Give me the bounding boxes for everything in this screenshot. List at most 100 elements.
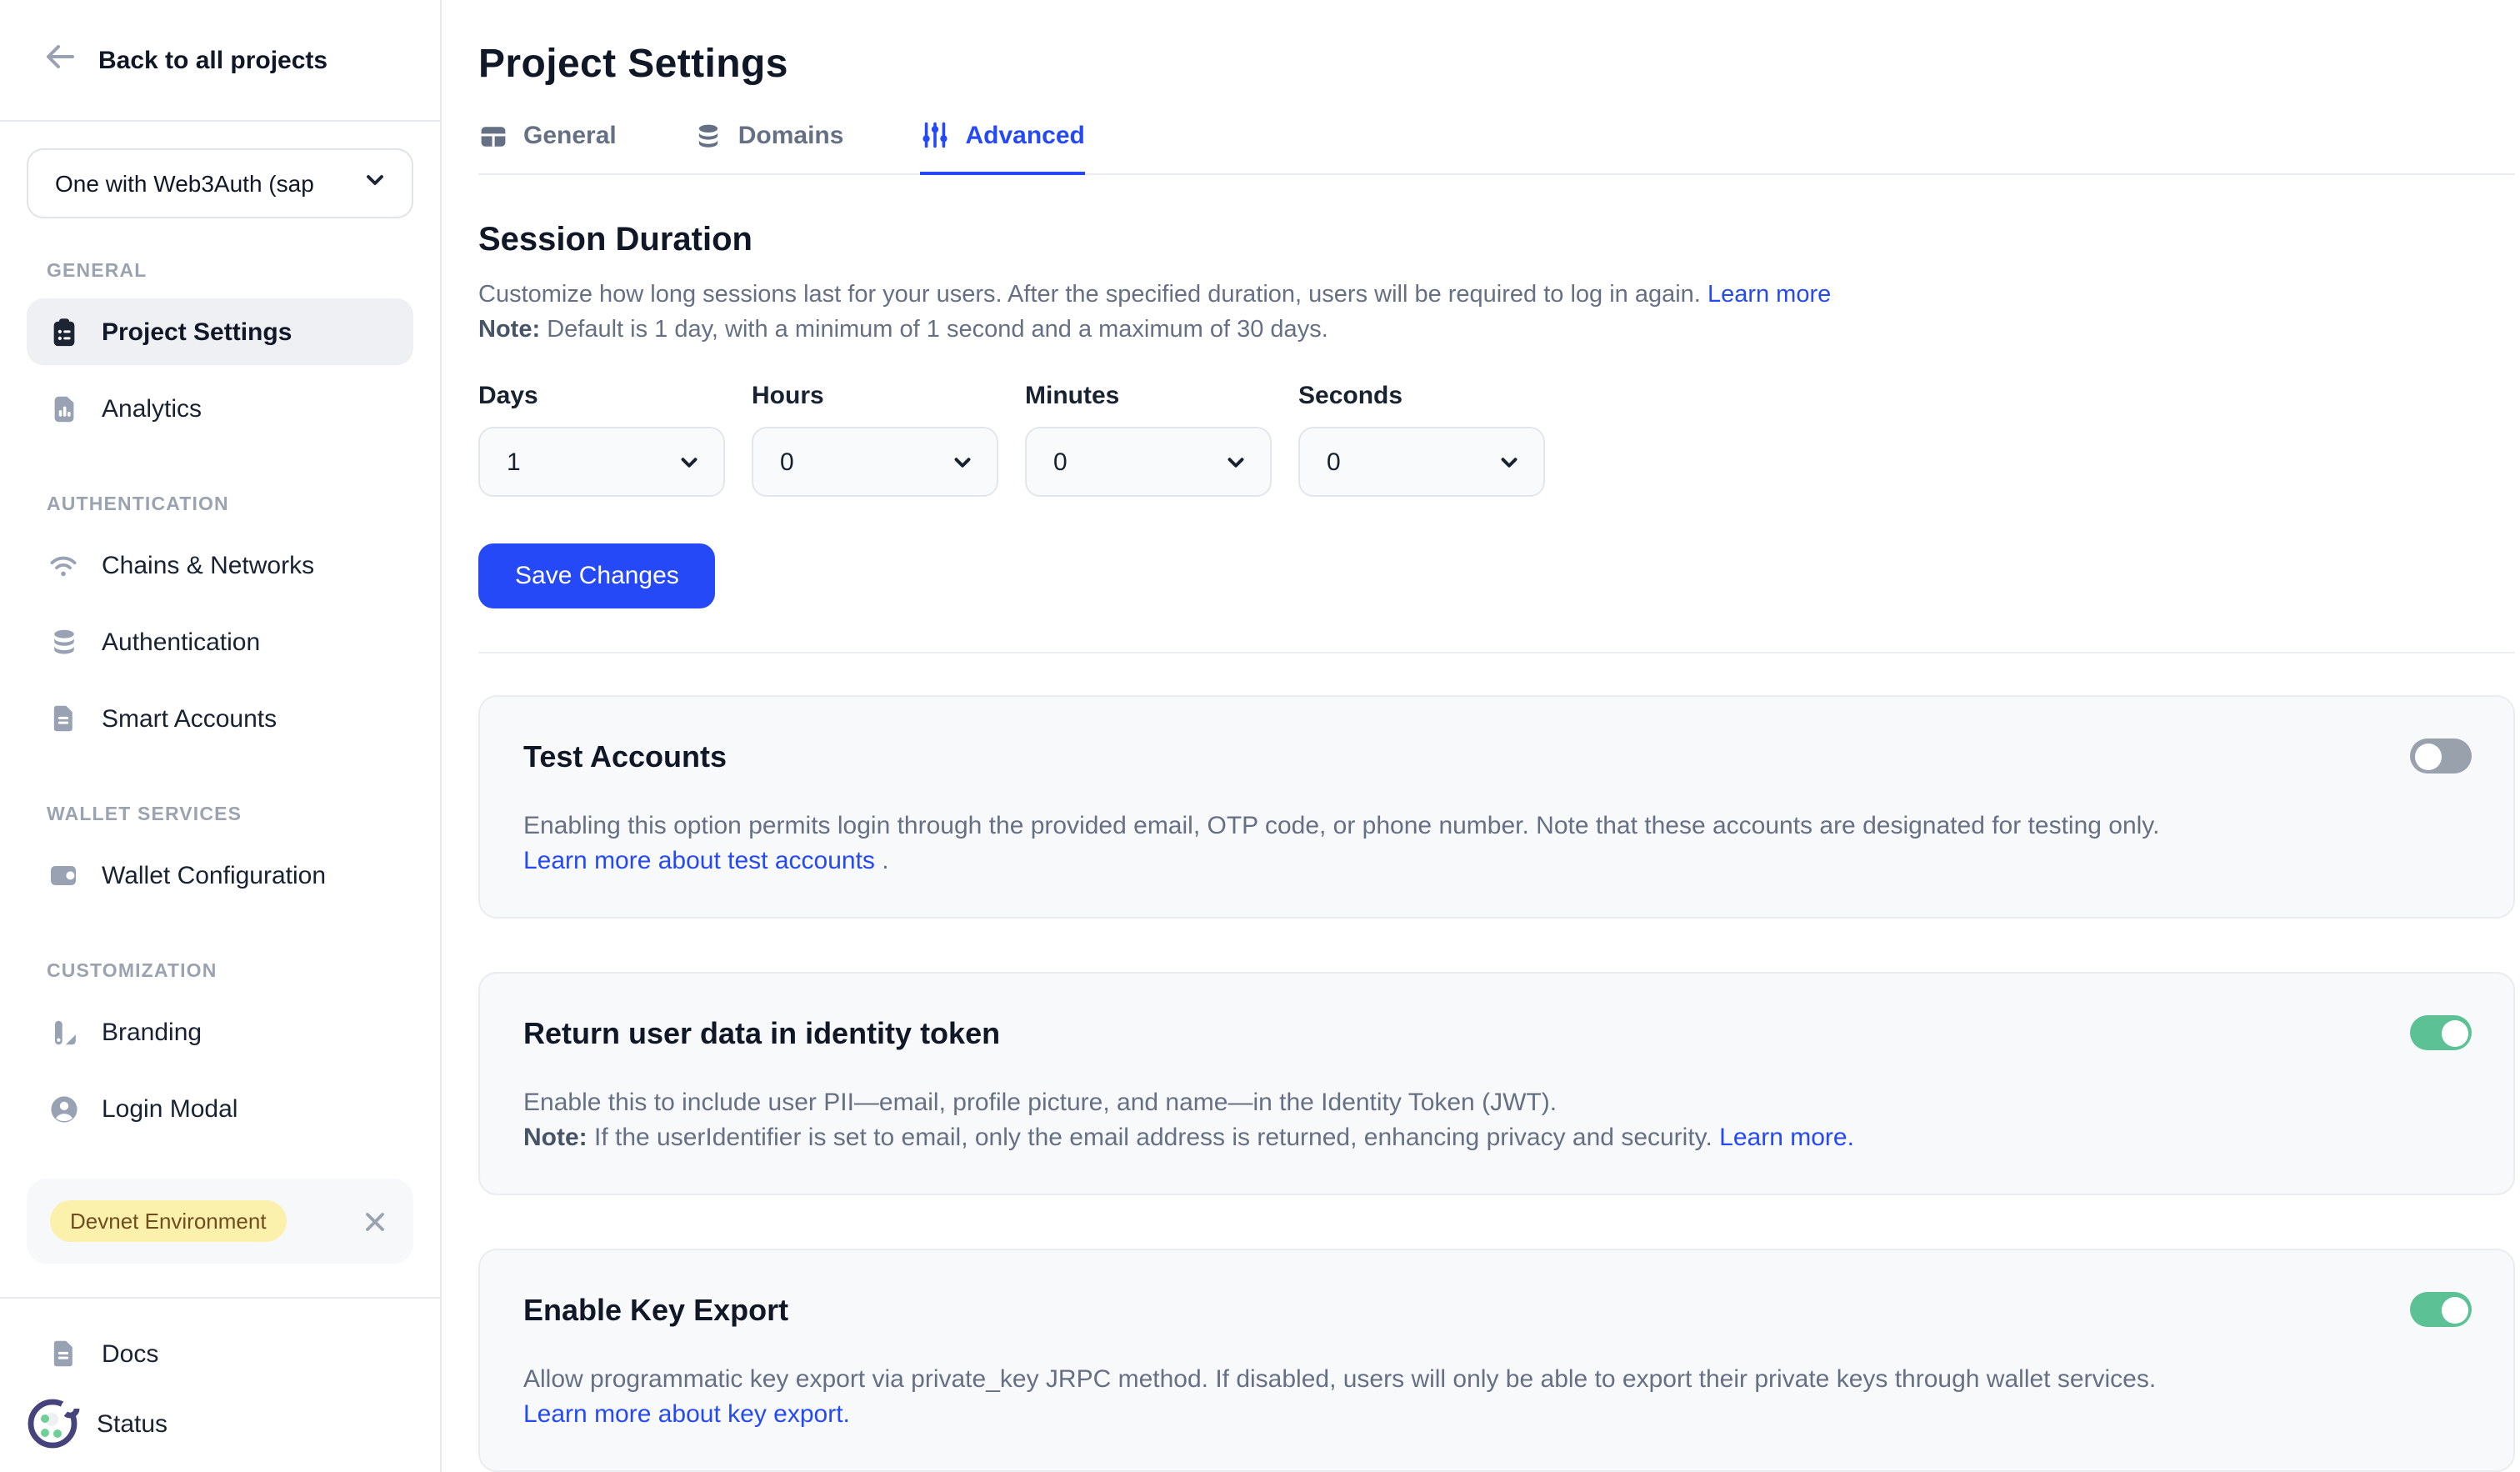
sidebar-item-label: Project Settings: [102, 318, 292, 346]
wifi-icon: [47, 548, 80, 582]
database-icon: [693, 121, 723, 151]
chevron-down-icon: [1223, 449, 1248, 474]
sidebar-item-label: Login Modal: [102, 1094, 238, 1123]
database-icon: [47, 625, 80, 658]
session-learn-more-link[interactable]: Learn more: [1708, 282, 1831, 308]
file-icon: [47, 702, 80, 735]
key-export-title: Enable Key Export: [523, 1292, 2470, 1329]
identity-token-learn-more-link[interactable]: Learn more.: [1719, 1124, 1854, 1152]
hours-label: Hours: [752, 382, 998, 410]
tab-bar: General Domains Advanced: [478, 120, 2515, 175]
session-description-text: Customize how long sessions last for you…: [478, 282, 1701, 308]
section-divider: [478, 652, 2515, 653]
identity-token-title: Return user data in identity token: [523, 1015, 2470, 1052]
status-link[interactable]: Status: [0, 1389, 440, 1459]
tab-advanced[interactable]: Advanced: [920, 120, 1084, 175]
section-label-wallet-services: WALLET SERVICES: [47, 805, 413, 825]
sidebar: Back to all projects One with Web3Auth (…: [0, 0, 442, 1472]
chevron-down-icon: [677, 449, 702, 474]
chevron-down-icon: [950, 449, 975, 474]
minutes-label: Minutes: [1025, 382, 1272, 410]
sidebar-item-label: Analytics: [102, 394, 202, 423]
field-seconds: Seconds 0: [1298, 382, 1545, 497]
seconds-value: 0: [1327, 448, 1341, 476]
back-to-projects-button[interactable]: Back to all projects: [0, 0, 440, 122]
minutes-value: 0: [1053, 448, 1068, 476]
seconds-label: Seconds: [1298, 382, 1545, 410]
link-suffix: .: [875, 847, 889, 875]
key-export-toggle[interactable]: [2410, 1292, 2472, 1327]
section-label-authentication: AUTHENTICATION: [47, 495, 413, 515]
project-selector-dropdown[interactable]: One with Web3Auth (sap: [27, 148, 413, 218]
seconds-select[interactable]: 0: [1298, 427, 1545, 497]
sidebar-item-project-settings[interactable]: Project Settings: [27, 298, 413, 365]
sidebar-item-wallet-configuration[interactable]: Wallet Configuration: [27, 842, 413, 909]
docs-link[interactable]: Docs: [0, 1319, 440, 1389]
back-label: Back to all projects: [98, 46, 328, 74]
identity-token-description-text: Enable this to include user PII—email, p…: [523, 1089, 1557, 1117]
toggle-knob: [2441, 1296, 2468, 1323]
devnet-environment-badge: Devnet Environment: [50, 1200, 287, 1242]
sidebar-item-login-modal[interactable]: Login Modal: [27, 1075, 413, 1142]
identity-token-card: Return user data in identity token Enabl…: [478, 972, 2515, 1195]
docs-label: Docs: [102, 1339, 158, 1368]
clipboard-icon: [47, 315, 80, 348]
page-title: Project Settings: [478, 40, 2515, 90]
analytics-icon: [47, 392, 80, 425]
test-accounts-learn-more-link[interactable]: Learn more about test accounts: [523, 847, 875, 875]
key-export-learn-more-link[interactable]: Learn more about key export.: [523, 1400, 850, 1429]
environment-card: Devnet Environment: [27, 1179, 413, 1264]
chevron-down-icon: [1497, 449, 1522, 474]
minutes-select[interactable]: 0: [1025, 427, 1272, 497]
sidebar-item-branding[interactable]: Branding: [27, 999, 413, 1065]
test-accounts-description: Enabling this option permits login throu…: [523, 809, 2170, 879]
user-circle-icon: [47, 1092, 80, 1125]
sidebar-item-chains-networks[interactable]: Chains & Networks: [27, 532, 413, 598]
test-accounts-toggle[interactable]: [2410, 739, 2472, 774]
session-duration-description: Customize how long sessions last for you…: [478, 278, 2515, 348]
test-accounts-description-text: Enabling this option permits login throu…: [523, 812, 2159, 840]
project-selector-value: One with Web3Auth (sap: [55, 170, 314, 197]
docs-icon: [47, 1337, 80, 1370]
field-minutes: Minutes 0: [1025, 382, 1272, 497]
session-note-label: Note:: [478, 317, 540, 343]
identity-token-note-text: If the userIdentifier is set to email, o…: [594, 1124, 1712, 1152]
tab-general[interactable]: General: [478, 120, 617, 173]
days-select[interactable]: 1: [478, 427, 725, 497]
session-note-text: Default is 1 day, with a minimum of 1 se…: [547, 317, 1328, 343]
cookie-status-icon: [23, 1394, 83, 1454]
sidebar-item-authentication[interactable]: Authentication: [27, 608, 413, 675]
field-hours: Hours 0: [752, 382, 998, 497]
tab-label: Advanced: [965, 121, 1084, 149]
save-changes-button[interactable]: Save Changes: [478, 543, 716, 608]
chevron-down-icon: [362, 166, 388, 201]
wallet-icon: [47, 859, 80, 892]
close-icon[interactable]: [360, 1206, 390, 1236]
main-content: Project Settings General Domains Advance…: [442, 0, 2520, 1472]
sidebar-item-label: Chains & Networks: [102, 551, 314, 579]
tab-domains[interactable]: Domains: [693, 120, 844, 173]
hours-select[interactable]: 0: [752, 427, 998, 497]
test-accounts-card: Test Accounts Enabling this option permi…: [478, 695, 2515, 919]
sidebar-item-label: Branding: [102, 1018, 202, 1046]
tab-label: General: [523, 122, 617, 150]
sidebar-item-analytics[interactable]: Analytics: [27, 375, 413, 442]
tab-label: Domains: [738, 122, 844, 150]
app-window: Back to all projects One with Web3Auth (…: [0, 0, 2520, 1472]
session-duration-title: Session Duration: [478, 218, 2515, 262]
hours-value: 0: [780, 448, 794, 476]
key-export-description: Allow programmatic key export via privat…: [523, 1362, 2170, 1432]
field-days: Days 1: [478, 382, 725, 497]
test-accounts-title: Test Accounts: [523, 739, 2470, 775]
sidebar-item-smart-accounts[interactable]: Smart Accounts: [27, 685, 413, 752]
arrow-left-icon: [43, 39, 77, 81]
sidebar-item-label: Smart Accounts: [102, 704, 277, 733]
days-value: 1: [507, 448, 521, 476]
sliders-icon: [920, 120, 950, 150]
status-label: Status: [97, 1409, 168, 1438]
sidebar-footer: Docs Status: [0, 1297, 440, 1472]
sidebar-item-label: Wallet Configuration: [102, 861, 326, 889]
identity-token-toggle[interactable]: [2410, 1015, 2472, 1050]
toggle-knob: [2441, 1019, 2468, 1046]
branding-icon: [47, 1015, 80, 1049]
